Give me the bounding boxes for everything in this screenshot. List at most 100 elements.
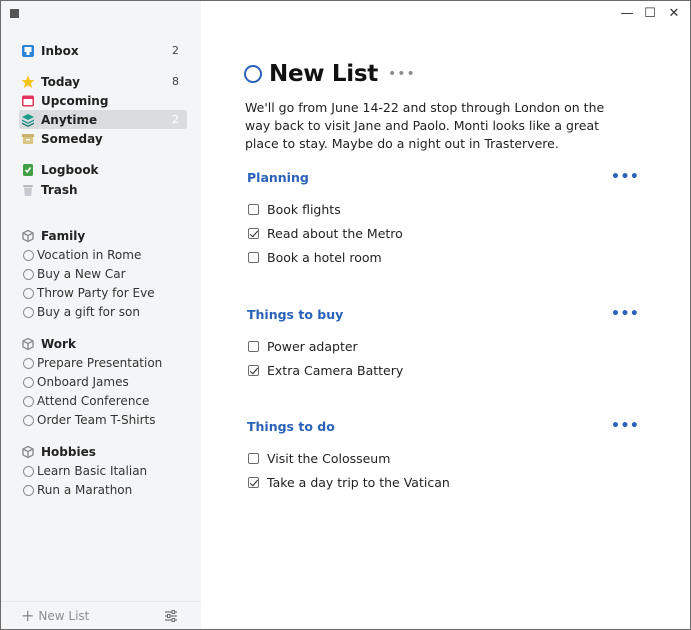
heading-more-button[interactable]: ••• — [611, 169, 639, 185]
project-label: Learn Basic Italian — [37, 463, 148, 478]
star-icon — [21, 75, 35, 89]
sidebar-item-label: Upcoming — [41, 93, 109, 108]
project-circle-icon — [23, 465, 34, 477]
area-label: Hobbies — [41, 444, 96, 459]
todo-text: Visit the Colosseum — [267, 451, 391, 466]
todo-item[interactable]: Power adapter — [248, 339, 358, 354]
project-circle-icon — [23, 414, 34, 426]
sidebar-project[interactable]: Order Team T-Shirts — [19, 410, 187, 429]
inbox-icon — [21, 44, 35, 58]
plus-icon: + — [21, 606, 35, 625]
layers-icon — [21, 113, 35, 127]
todo-item[interactable]: Take a day trip to the Vatican — [248, 475, 450, 490]
todo-text: Read about the Metro — [267, 226, 403, 241]
todo-item[interactable]: Visit the Colosseum — [248, 451, 390, 466]
sidebar-area-hobbies[interactable]: Hobbies — [19, 442, 187, 461]
todo-item[interactable]: Book flights — [248, 202, 341, 217]
todo-checkbox[interactable] — [248, 252, 259, 263]
list-title-row: New List ••• — [244, 61, 416, 87]
sidebar-item-label: Anytime — [41, 112, 98, 127]
todo-checkbox[interactable] — [248, 341, 259, 352]
todo-checkbox[interactable] — [248, 453, 259, 464]
trash-icon — [21, 183, 35, 197]
sidebar-area-family[interactable]: Family — [19, 226, 187, 245]
anytime-count: 2 — [172, 113, 179, 126]
sidebar-item-label: Someday — [41, 131, 103, 146]
project-circle-icon — [23, 357, 34, 369]
heading-title[interactable]: Planning — [247, 170, 309, 185]
logbook-icon — [21, 163, 35, 177]
sidebar-item-today[interactable]: Today 8 — [19, 72, 187, 91]
project-circle-icon — [23, 484, 34, 496]
list-progress-circle-icon — [244, 65, 262, 83]
cube-icon — [21, 229, 35, 243]
sidebar-project[interactable]: Vocation in Rome — [19, 245, 187, 264]
sidebar-item-label: Today — [41, 74, 80, 89]
sidebar-project[interactable]: Buy a gift for son — [19, 302, 187, 321]
sidebar-item-anytime[interactable]: Anytime 2 — [19, 110, 187, 129]
todo-text: Book a hotel room — [267, 250, 382, 265]
todo-text: Extra Camera Battery — [267, 363, 404, 378]
todo-item[interactable]: Read about the Metro — [248, 226, 403, 241]
todo-checkbox[interactable] — [248, 477, 259, 488]
sidebar-project[interactable]: Attend Conference — [19, 391, 187, 410]
cube-icon — [21, 337, 35, 351]
sidebar-project[interactable]: Run a Marathon — [19, 480, 187, 499]
project-label: Attend Conference — [37, 393, 150, 408]
heading-more-button[interactable]: ••• — [611, 306, 639, 322]
sidebar: Inbox 2 Today 8 Upcoming Anytime 2 Somed… — [1, 1, 201, 629]
heading-title[interactable]: Things to do — [247, 419, 335, 434]
sidebar-project[interactable]: Onboard James — [19, 372, 187, 391]
project-circle-icon — [23, 395, 34, 407]
area-label: Family — [41, 228, 86, 243]
sidebar-project[interactable]: Prepare Presentation — [19, 353, 187, 372]
main-content: New List ••• We'll go from June 14-22 an… — [201, 1, 690, 629]
todo-text: Take a day trip to the Vatican — [267, 475, 450, 490]
sidebar-area-work[interactable]: Work — [19, 334, 187, 353]
todo-item[interactable]: Book a hotel room — [248, 250, 382, 265]
project-circle-icon — [23, 268, 34, 280]
project-label: Vocation in Rome — [37, 247, 142, 262]
list-notes[interactable]: We'll go from June 14-22 and stop throug… — [245, 99, 625, 153]
new-list-label: New List — [38, 609, 90, 623]
heading-more-button[interactable]: ••• — [611, 418, 639, 434]
app-icon — [10, 9, 19, 18]
project-label: Buy a New Car — [37, 266, 126, 281]
sidebar-item-trash[interactable]: Trash — [19, 180, 187, 199]
sidebar-item-label: Trash — [41, 182, 78, 197]
sidebar-project[interactable]: Throw Party for Eve — [19, 283, 187, 302]
sidebar-footer: + New List — [1, 601, 201, 629]
todo-item[interactable]: Extra Camera Battery — [248, 363, 403, 378]
heading-title[interactable]: Things to buy — [247, 307, 343, 322]
project-circle-icon — [23, 306, 34, 318]
sidebar-item-inbox[interactable]: Inbox 2 — [19, 41, 187, 60]
list-title[interactable]: New List — [269, 61, 378, 87]
sidebar-item-label: Logbook — [41, 162, 99, 177]
inbox-count: 2 — [172, 44, 179, 57]
project-label: Onboard James — [37, 374, 129, 389]
settings-sliders-icon[interactable] — [164, 609, 178, 623]
project-circle-icon — [23, 376, 34, 388]
project-label: Order Team T-Shirts — [37, 412, 156, 427]
app-window: Inbox 2 Today 8 Upcoming Anytime 2 Somed… — [0, 0, 691, 630]
sidebar-item-someday[interactable]: Someday — [19, 129, 187, 148]
todo-checkbox[interactable] — [248, 228, 259, 239]
calendar-icon — [21, 94, 35, 108]
project-label: Prepare Presentation — [37, 355, 163, 370]
project-label: Throw Party for Eve — [37, 285, 155, 300]
cube-icon — [21, 445, 35, 459]
archive-box-icon — [21, 132, 35, 146]
list-more-button[interactable]: ••• — [388, 66, 416, 82]
area-label: Work — [41, 336, 76, 351]
new-list-button[interactable]: + New List — [21, 606, 90, 625]
sidebar-item-upcoming[interactable]: Upcoming — [19, 91, 187, 110]
todo-text: Book flights — [267, 202, 341, 217]
project-circle-icon — [23, 249, 34, 261]
sidebar-item-label: Inbox — [41, 43, 79, 58]
sidebar-project[interactable]: Buy a New Car — [19, 264, 187, 283]
todo-checkbox[interactable] — [248, 365, 259, 376]
sidebar-project[interactable]: Learn Basic Italian — [19, 461, 187, 480]
todo-checkbox[interactable] — [248, 204, 259, 215]
sidebar-item-logbook[interactable]: Logbook — [19, 160, 187, 179]
project-label: Run a Marathon — [37, 482, 133, 497]
